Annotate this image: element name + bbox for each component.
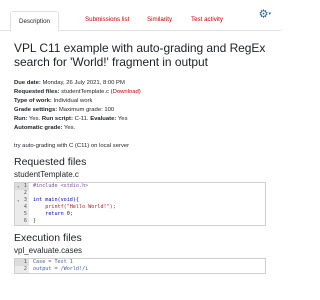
code-line: 2 output = /World!/i bbox=[15, 266, 265, 273]
tab-description[interactable]: Description bbox=[10, 11, 59, 32]
chevron-down-icon: ▾ bbox=[268, 11, 271, 17]
grade-settings-label: Grade settings: bbox=[14, 107, 58, 113]
code-line: ▾ 3 int main(void){ bbox=[15, 197, 80, 204]
code-line: 5 return 0; bbox=[15, 211, 265, 218]
activity-description: VPL C11 example with auto-grading and Re… bbox=[14, 41, 274, 274]
evaluate-label: Evaluate: bbox=[90, 116, 117, 122]
tab-bar: Description Submissions list Similarity … bbox=[0, 11, 281, 32]
type-of-work-value: Individual work bbox=[53, 98, 93, 104]
run-script-value: C-11. bbox=[74, 116, 89, 122]
tab-test-activity[interactable]: Test activity bbox=[191, 11, 223, 29]
requested-files-heading: Requested files bbox=[14, 156, 87, 168]
gear-icon: ⚙ bbox=[258, 8, 269, 21]
tab-similarity[interactable]: Similarity bbox=[147, 11, 172, 29]
automatic-grade-value: Yes. bbox=[63, 125, 76, 131]
activity-details: Due date: Monday, 26 July 2021, 8:00 PM … bbox=[14, 80, 141, 131]
run-script-label: Run script: bbox=[41, 116, 73, 122]
execution-filename: vpl_evaluate.cases bbox=[14, 246, 83, 255]
code-line: 6} bbox=[15, 218, 265, 225]
automatic-grade-label: Automatic grade: bbox=[14, 125, 63, 131]
tab-submissions-list[interactable]: Submissions list bbox=[85, 11, 129, 29]
page-title: VPL C11 example with auto-grading and Re… bbox=[14, 41, 266, 69]
grade-settings-value: Maximum grade: 100 bbox=[58, 107, 115, 113]
run-value: Yes. bbox=[28, 116, 41, 122]
requested-filename: studentTemplate.c bbox=[14, 170, 79, 179]
download-link[interactable]: Download bbox=[113, 89, 139, 95]
evaluate-value: Yes bbox=[117, 116, 128, 122]
description-note: try auto-grading with C (C11) on local s… bbox=[14, 143, 130, 149]
execution-files-heading: Execution files bbox=[14, 232, 82, 244]
cases-code-editor[interactable]: 1 Case = Test 1 2 output = /World!/i bbox=[14, 258, 266, 274]
template-code-editor[interactable]: ▾ 1 #include <stdio.h> 2 ▾ 3 int main(void){… bbox=[14, 182, 266, 226]
code-line: 2 bbox=[15, 190, 265, 197]
due-date-value: Monday, 26 July 2021, 8:00 PM bbox=[42, 80, 125, 86]
run-label: Run: bbox=[14, 116, 28, 122]
fold-icon[interactable]: ▾ bbox=[17, 197, 19, 204]
fold-icon[interactable]: ▾ bbox=[17, 183, 19, 190]
due-date-label: Due date: bbox=[14, 80, 41, 86]
code-line: 4 printf("Hello World!"); bbox=[15, 204, 265, 211]
code-line: ▾ 1 #include <stdio.h> bbox=[15, 183, 89, 190]
code-line: 1 Case = Test 1 bbox=[15, 259, 265, 266]
requested-files-label: Requested files: bbox=[14, 89, 60, 95]
type-of-work-label: Type of work: bbox=[14, 98, 52, 104]
settings-menu-button[interactable]: ⚙▾ bbox=[259, 9, 271, 20]
requested-files-value: studentTemplate.c bbox=[61, 89, 109, 95]
